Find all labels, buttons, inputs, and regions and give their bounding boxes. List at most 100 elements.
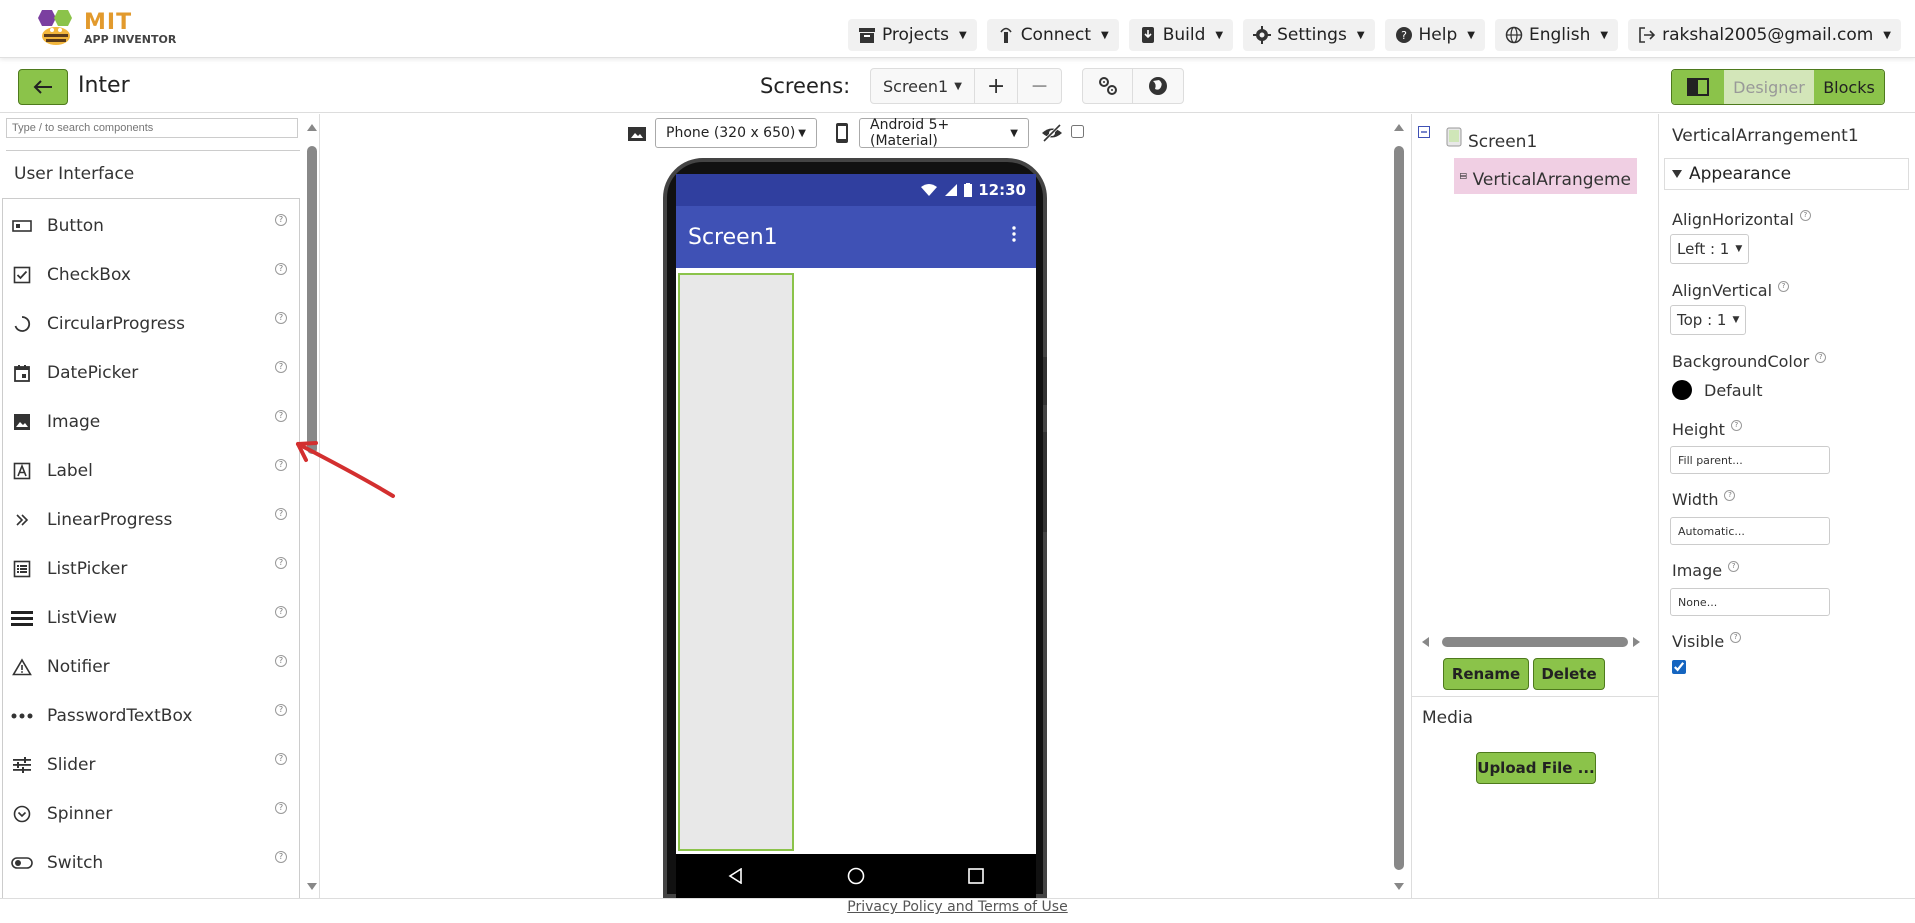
help-icon[interactable]: ? <box>275 508 287 520</box>
delete-button[interactable]: Delete <box>1533 658 1605 690</box>
help-icon[interactable]: ? <box>275 459 287 471</box>
help-icon[interactable]: ? <box>275 606 287 618</box>
scroll-left-icon <box>1422 637 1429 647</box>
help-icon[interactable]: ? <box>275 557 287 569</box>
help-icon[interactable]: ? <box>1815 352 1827 363</box>
palette-item-switch[interactable]: Switch ? <box>3 838 299 887</box>
scroll-up-icon <box>307 124 317 131</box>
property-name: BackgroundColor <box>1672 352 1810 371</box>
help-icon[interactable]: ? <box>275 704 287 716</box>
palette-item-listview[interactable]: ListView ? <box>3 593 299 642</box>
palette-item-linearprogress[interactable]: LinearProgress ? <box>3 495 299 544</box>
help-icon[interactable]: ? <box>275 312 287 324</box>
globe-button[interactable] <box>1133 69 1183 103</box>
palette-item-label: CircularProgress <box>47 313 186 334</box>
vertical-arrangement-preview[interactable] <box>678 273 794 851</box>
add-screen-button[interactable]: + <box>975 69 1019 103</box>
device-size-select[interactable]: Phone (320 x 650) ▼ <box>655 118 817 148</box>
tree-horizontal-scrollbar[interactable] <box>1420 636 1642 648</box>
palette-item-circularprogress[interactable]: CircularProgress ? <box>3 299 299 348</box>
toggle-panels-button[interactable] <box>1672 70 1724 104</box>
tablet-preview-icon[interactable] <box>627 126 647 142</box>
palette-item-image[interactable]: Image ? <box>3 397 299 446</box>
account-email: rakshal2005@gmail.com <box>1662 25 1874 45</box>
chevron-down-icon: ▼ <box>798 127 806 139</box>
settings-menu[interactable]: Settings ▼ <box>1243 19 1375 51</box>
blocks-button[interactable]: Blocks <box>1814 70 1884 104</box>
palette-item-listpicker[interactable]: ListPicker ? <box>3 544 299 593</box>
align-horizontal-select[interactable]: Left : 1 ▼ <box>1670 234 1750 264</box>
scrollbar-thumb[interactable] <box>1394 146 1404 870</box>
help-icon[interactable]: ? <box>1778 281 1790 292</box>
tree-item-screen1[interactable]: Screen1 <box>1446 122 1537 152</box>
height-field[interactable]: Fill parent... <box>1670 446 1830 474</box>
projects-menu[interactable]: Projects ▼ <box>847 19 977 51</box>
palette-item-passwordtextbox[interactable]: PasswordTextBox ? <box>3 691 299 740</box>
archive-icon <box>858 28 875 43</box>
background-color-picker[interactable]: Default <box>1672 380 1762 400</box>
upload-file-button[interactable]: Upload File ... <box>1476 752 1596 784</box>
help-icon[interactable]: ? <box>1799 210 1811 221</box>
logo-mit-text: MIT <box>84 9 133 35</box>
remove-screen-button[interactable]: − <box>1018 69 1060 103</box>
palette-item-label[interactable]: Label ? <box>3 446 299 495</box>
visible-checkbox[interactable] <box>1672 660 1686 674</box>
scrollbar-thumb[interactable] <box>1442 637 1628 647</box>
rename-button[interactable]: Rename <box>1443 658 1529 690</box>
help-icon[interactable]: ? <box>1724 490 1736 501</box>
designer-button[interactable]: Designer <box>1724 70 1814 104</box>
help-icon[interactable]: ? <box>275 214 287 226</box>
help-menu[interactable]: ? Help ▼ <box>1384 19 1485 51</box>
language-menu[interactable]: English ▼ <box>1494 19 1619 51</box>
theme-select[interactable]: Android 5+ (Material) ▼ <box>859 117 1029 149</box>
help-icon[interactable]: ? <box>275 410 287 422</box>
palette-item-slider[interactable]: Slider ? <box>3 740 299 789</box>
account-menu[interactable]: rakshal2005@gmail.com ▼ <box>1628 19 1901 51</box>
palette-category-title[interactable]: User Interface <box>14 164 134 184</box>
help-icon[interactable]: ? <box>275 802 287 814</box>
width-field[interactable]: Automatic... <box>1670 517 1830 545</box>
align-vertical-select[interactable]: Top : 1 ▼ <box>1670 305 1747 335</box>
screen-dropdown[interactable]: Screen1 ▼ <box>871 69 975 103</box>
help-icon[interactable]: ? <box>275 753 287 765</box>
nav-home-icon[interactable] <box>847 867 865 885</box>
palette-item-datepicker[interactable]: DatePicker ? <box>3 348 299 397</box>
circular-progress-icon <box>11 313 33 335</box>
tree-item-label: Screen1 <box>1468 132 1538 152</box>
palette-item-button[interactable]: Button ? <box>3 201 299 250</box>
help-icon[interactable]: ? <box>1728 561 1740 572</box>
search-input[interactable] <box>6 118 298 138</box>
tree-item-verticalarrangement1[interactable]: VerticalArrangeme <box>1454 158 1637 194</box>
designer-viewer: Phone (320 x 650) ▼ Android 5+ (Material)… <box>321 114 1411 898</box>
collapse-icon[interactable] <box>1418 126 1430 138</box>
nav-back-icon[interactable] <box>728 868 744 884</box>
display-hidden-checkbox[interactable] <box>1071 125 1084 138</box>
components-tree-panel: Screen1 VerticalArrangeme Rename Delete … <box>1411 114 1659 898</box>
palette-item-spinner[interactable]: Spinner ? <box>3 789 299 838</box>
chevron-down-icon: ▼ <box>1356 29 1365 41</box>
palette-item-notifier[interactable]: Notifier ? <box>3 642 299 691</box>
help-icon[interactable]: ? <box>275 655 287 667</box>
help-icon[interactable]: ? <box>275 263 287 275</box>
connect-menu[interactable]: Connect ▼ <box>986 19 1119 51</box>
palette-item-label: PasswordTextBox <box>47 705 193 726</box>
project-properties-button[interactable] <box>1083 69 1133 103</box>
device-size-value: Phone (320 x 650) <box>666 125 796 141</box>
color-swatch <box>1672 380 1692 400</box>
help-icon[interactable]: ? <box>1730 420 1742 431</box>
appearance-section-header[interactable]: Appearance <box>1664 158 1909 190</box>
build-menu[interactable]: Build ▼ <box>1128 19 1234 51</box>
palette-item-checkbox[interactable]: CheckBox ? <box>3 250 299 299</box>
help-icon[interactable]: ? <box>275 361 287 373</box>
help-icon[interactable]: ? <box>275 851 287 863</box>
viewer-scrollbar[interactable] <box>1393 122 1405 892</box>
app-inventor-logo[interactable]: MIT APP INVENTOR <box>34 6 176 50</box>
overflow-menu-icon[interactable] <box>1012 226 1016 242</box>
nav-recents-icon[interactable] <box>968 868 985 884</box>
gears-icon <box>1098 77 1117 95</box>
divider <box>1412 696 1658 697</box>
image-field[interactable]: None... <box>1670 588 1830 616</box>
privacy-policy-link[interactable]: Privacy Policy and Terms of Use <box>847 899 1067 915</box>
back-button[interactable] <box>18 69 68 105</box>
help-icon[interactable]: ? <box>1730 632 1742 643</box>
